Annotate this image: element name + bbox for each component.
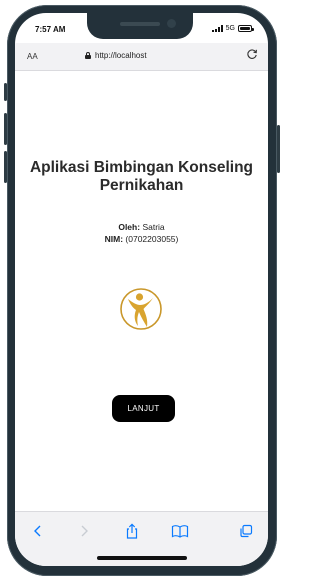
status-indicators: 5G [211, 25, 254, 32]
side-button-left-top [4, 83, 7, 101]
side-button-left-bottom [4, 151, 7, 183]
share-icon[interactable] [122, 523, 142, 539]
browser-toolbar [15, 511, 268, 566]
status-time: 7:57 AM [35, 25, 66, 34]
continue-button[interactable]: LANJUT [112, 395, 175, 422]
battery-icon [238, 25, 254, 32]
speaker [120, 22, 160, 26]
url-field[interactable]: http://localhost [85, 51, 147, 60]
side-button-left-mid [4, 113, 7, 145]
forward-icon[interactable] [74, 523, 94, 539]
nim-label: NIM: [104, 234, 124, 244]
notch [87, 13, 193, 39]
page-title: Aplikasi Bimbingan Konseling Pernikahan [29, 159, 254, 194]
home-indicator[interactable] [97, 556, 187, 560]
address-bar[interactable]: AA http://localhost [15, 43, 268, 71]
reload-icon[interactable] [246, 48, 258, 63]
camera [167, 19, 176, 28]
lock-icon [85, 52, 91, 59]
network-label: 5G [225, 25, 235, 32]
back-icon[interactable] [28, 523, 48, 539]
phone-screen: 7:57 AM 5G AA http://localhost Aplikasi … [15, 13, 268, 566]
signal-icon [211, 25, 223, 32]
side-button-right [277, 125, 280, 173]
author-line: Oleh: Satria [15, 221, 268, 233]
author-label: Oleh: [118, 222, 141, 232]
author-name: Satria [142, 222, 165, 232]
text-size-button[interactable]: AA [27, 52, 38, 61]
nim-line: NIM: (0702203055) [15, 233, 268, 245]
url-text: http://localhost [95, 51, 147, 60]
nim-value: (0702203055) [125, 234, 179, 244]
bookmarks-icon[interactable] [170, 523, 190, 539]
person-figure-logo [118, 286, 164, 332]
page-content: Aplikasi Bimbingan Konseling Pernikahan … [15, 71, 268, 511]
author-info: Oleh: Satria NIM: (0702203055) [15, 221, 268, 245]
tabs-icon[interactable] [236, 523, 256, 539]
